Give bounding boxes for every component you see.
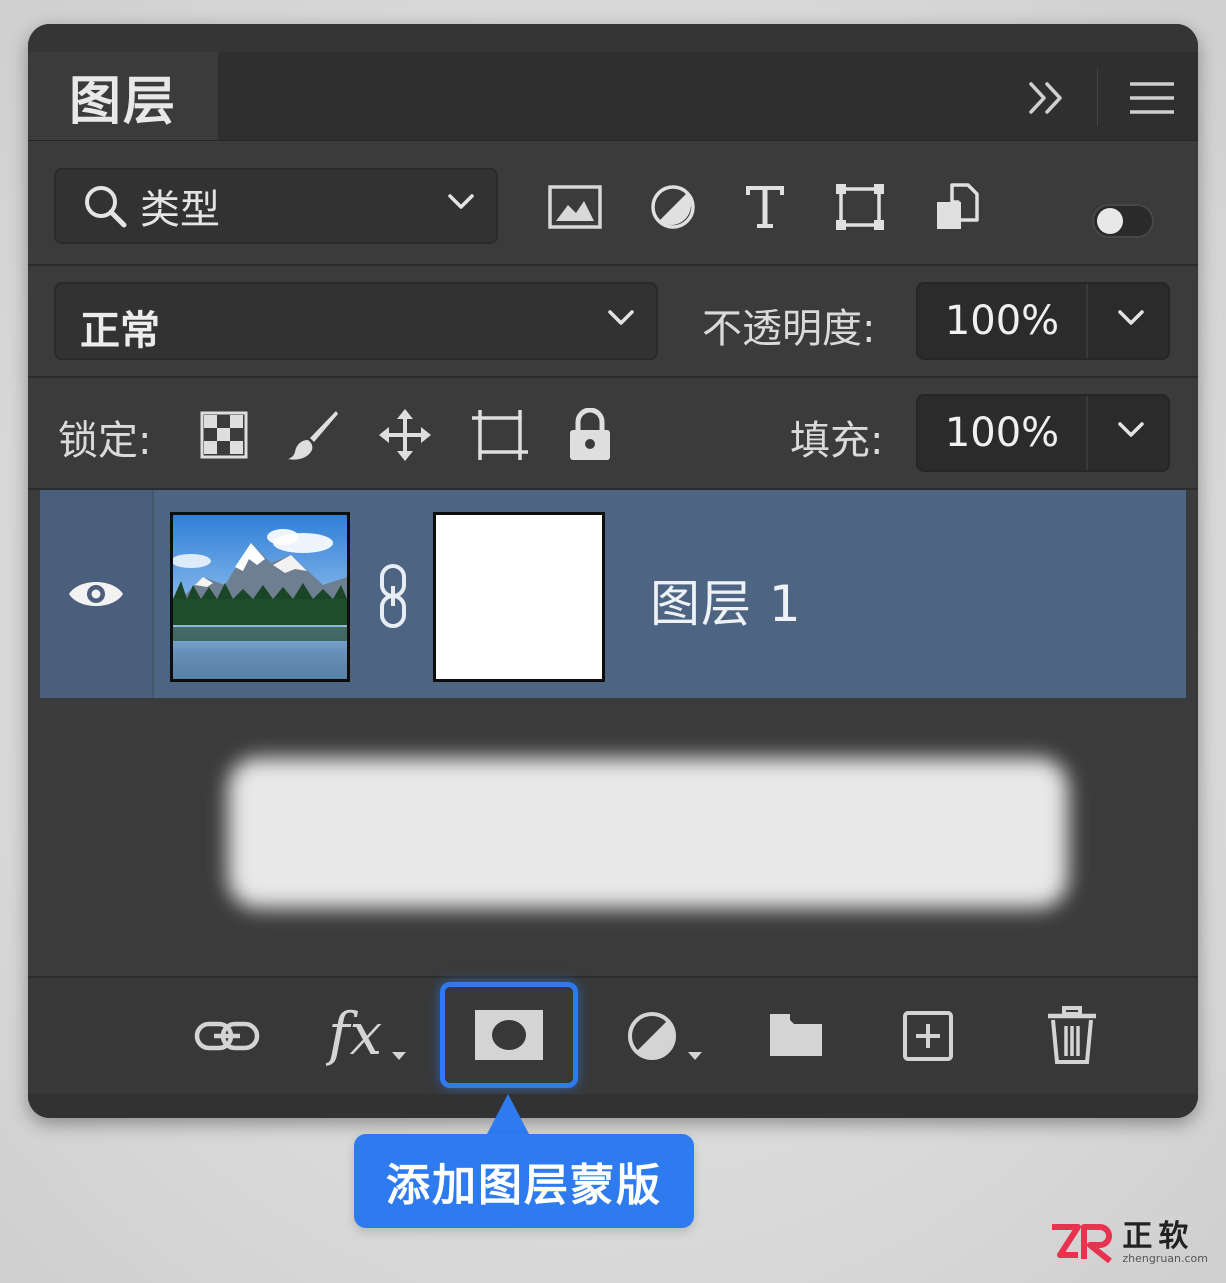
filter-type-label: 类型 — [140, 187, 220, 233]
mountain-lake-image — [173, 515, 347, 679]
lock-row: 锁定: 填充: 100% — [28, 378, 1198, 490]
footer-icons: fx — [28, 978, 1198, 1094]
watermark-text: 正软 zhengruan.com — [1122, 1221, 1208, 1265]
smart-object-filter-icon[interactable] — [934, 182, 980, 236]
callout-text: 添加图层蒙版 — [386, 1160, 662, 1211]
header-strip — [28, 24, 1198, 52]
svg-text:fx: fx — [326, 1002, 382, 1066]
header-separator — [1097, 68, 1098, 126]
link-layers-icon[interactable] — [194, 1018, 260, 1058]
filter-toggle-switch[interactable] — [1092, 204, 1154, 238]
lock-icons — [200, 407, 650, 466]
lock-transparent-pixels-icon[interactable] — [200, 411, 248, 463]
collapse-icon[interactable] — [1027, 80, 1067, 120]
layer-name[interactable]: 图层 1 — [650, 564, 802, 636]
tab-layers[interactable]: 图层 — [28, 52, 218, 140]
lock-artboard-icon[interactable] — [470, 408, 530, 466]
type-layer-filter-icon[interactable] — [744, 185, 786, 233]
panel-header: 图层 — [28, 24, 1198, 141]
panel-menu-icon[interactable] — [1128, 80, 1176, 120]
search-icon — [82, 183, 128, 229]
opacity-field[interactable]: 100% — [916, 282, 1170, 360]
eye-icon[interactable] — [67, 576, 125, 612]
tab-layers-label: 图层 — [68, 71, 177, 132]
header-icons — [1027, 68, 1176, 126]
blurred-redaction — [228, 758, 1068, 908]
callout-arrow — [486, 1094, 530, 1136]
filter-row: 类型 — [28, 142, 1198, 266]
opacity-label: 不透明度: — [702, 306, 876, 352]
lock-image-pixels-brush-icon[interactable] — [286, 408, 340, 466]
layer-thumbnail[interactable] — [170, 512, 350, 682]
add-layer-mask-callout: 添加图层蒙版 — [354, 1134, 694, 1228]
chevron-down-icon[interactable] — [1118, 422, 1144, 442]
pixel-layer-filter-icon[interactable] — [548, 185, 602, 233]
blend-mode-value: 正常 — [80, 308, 160, 354]
fill-field[interactable]: 100% — [916, 394, 1170, 472]
watermark: 正软 zhengruan.com — [1050, 1221, 1208, 1265]
lock-position-move-icon[interactable] — [378, 408, 432, 466]
fill-label: 填充: — [790, 418, 884, 464]
layer-mask-thumbnail[interactable] — [433, 512, 605, 682]
layer-row[interactable]: 图层 1 — [40, 490, 1186, 698]
blend-mode-dropdown[interactable]: 正常 — [54, 282, 658, 360]
watermark-brand-en: zhengruan.com — [1122, 1252, 1208, 1265]
chevron-down-icon — [608, 310, 634, 330]
blend-row: 正常 不透明度: 100% — [28, 266, 1198, 378]
layers-panel: 图层 类型 正常 不透明度: 100% 锁定: 填充: 100% 图层 1 fx — [28, 24, 1198, 1118]
shape-layer-filter-icon[interactable] — [834, 182, 886, 236]
stage: 图层 类型 正常 不透明度: 100% 锁定: 填充: 100% 图层 1 fx… — [0, 0, 1226, 1283]
panel-footer: fx — [28, 976, 1198, 1118]
chevron-down-icon[interactable] — [1118, 310, 1144, 330]
footer-bottom-strip — [28, 1094, 1198, 1118]
new-group-folder-icon[interactable] — [768, 1012, 824, 1062]
watermark-brand-cn: 正软 — [1122, 1219, 1195, 1254]
new-fill-adjustment-layer-icon[interactable] — [626, 1010, 710, 1070]
add-layer-mask-button[interactable] — [440, 982, 578, 1088]
new-layer-icon[interactable] — [902, 1010, 954, 1066]
delete-layer-trash-icon[interactable] — [1046, 1006, 1098, 1070]
layer-mask-icon — [475, 1010, 543, 1060]
zr-logo-icon — [1052, 1224, 1113, 1263]
layer-style-fx-icon[interactable]: fx — [324, 1000, 410, 1070]
lock-all-padlock-icon[interactable] — [568, 407, 612, 466]
filter-icons — [548, 182, 1028, 236]
filter-type-dropdown[interactable]: 类型 — [54, 168, 498, 244]
layers-empty-area — [28, 698, 1198, 974]
lock-label: 锁定: — [58, 418, 152, 464]
chevron-down-icon — [448, 194, 474, 214]
adjustment-layer-filter-icon[interactable] — [650, 184, 696, 234]
visibility-toggle[interactable] — [40, 490, 154, 698]
chain-link-icon[interactable] — [378, 564, 408, 632]
fill-value[interactable]: 100% — [918, 396, 1088, 470]
opacity-value[interactable]: 100% — [918, 284, 1088, 358]
